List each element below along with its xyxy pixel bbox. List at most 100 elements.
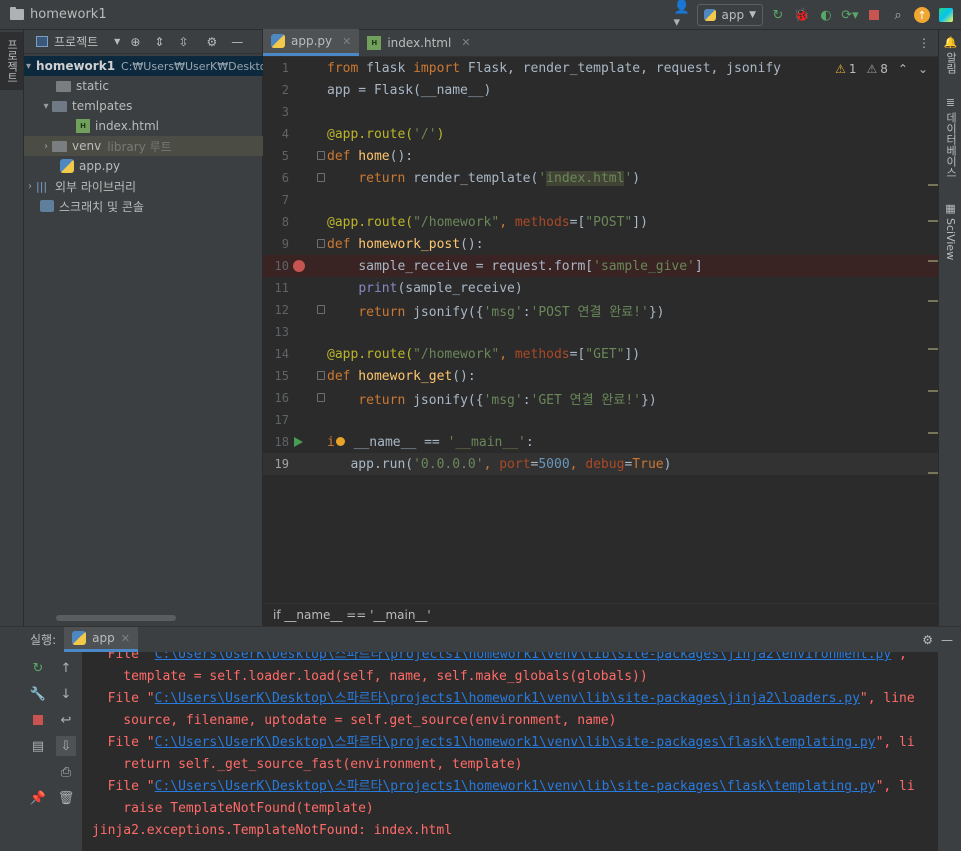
stripe-mark[interactable]: [928, 220, 938, 222]
user-icon[interactable]: 👤▾: [673, 0, 691, 30]
console-output[interactable]: File "C:\Users\UserK\Desktop\스파르타\projec…: [82, 652, 938, 851]
chevron-down-icon[interactable]: ▾: [40, 101, 52, 112]
gutter[interactable]: [293, 101, 323, 123]
fold-marker-icon[interactable]: [317, 151, 325, 160]
tab-index-html[interactable]: H index.html ✕: [359, 29, 478, 56]
gutter[interactable]: [293, 365, 325, 387]
run-tab-app[interactable]: app ✕: [64, 627, 138, 652]
locate-icon[interactable]: ⊕: [130, 35, 140, 49]
gutter[interactable]: [293, 167, 325, 189]
stripe-mark[interactable]: [928, 390, 938, 392]
file-link[interactable]: C:\Users\UserK\Desktop\스파르타\projects1\ho…: [155, 652, 892, 662]
error-stripe[interactable]: [928, 60, 938, 610]
project-title[interactable]: homework1: [0, 7, 107, 22]
horizontal-scrollbar[interactable]: [56, 615, 176, 621]
close-icon[interactable]: ✕: [121, 632, 130, 645]
tree-item-index-html[interactable]: H index.html: [24, 116, 263, 136]
coverage-icon[interactable]: ◐: [817, 6, 835, 24]
gutter[interactable]: [293, 321, 323, 343]
expand-all-icon[interactable]: ⇕: [154, 35, 164, 49]
gutter[interactable]: [293, 145, 325, 167]
gutter[interactable]: [293, 233, 325, 255]
wrench-icon[interactable]: 🔧: [28, 684, 48, 704]
database-tool-button[interactable]: ≣ 데이터베이스: [939, 96, 961, 178]
close-icon[interactable]: ✕: [342, 35, 351, 48]
profile-icon[interactable]: ⟳▾: [841, 6, 859, 24]
stripe-mark[interactable]: [928, 472, 938, 474]
gutter[interactable]: [293, 57, 323, 79]
file-link[interactable]: C:\Users\UserK\Desktop\스파르타\projects1\ho…: [155, 691, 860, 706]
stripe-mark[interactable]: [928, 260, 938, 262]
gear-icon[interactable]: ⚙: [207, 35, 218, 49]
update-icon[interactable]: ↑: [913, 6, 931, 24]
plugin-icon[interactable]: [937, 6, 955, 24]
fold-marker-icon[interactable]: [317, 239, 325, 248]
debug-icon[interactable]: 🐞: [793, 6, 811, 24]
stripe-mark[interactable]: [928, 432, 938, 434]
gutter[interactable]: [293, 79, 323, 101]
tree-item-static[interactable]: static: [24, 76, 263, 96]
chevron-down-icon[interactable]: ▾: [26, 61, 31, 72]
bulb-icon[interactable]: [335, 436, 345, 446]
run-config-selector[interactable]: app ▼: [697, 4, 763, 26]
notifications-tool-button[interactable]: 🔔 알림: [939, 36, 961, 74]
gutter[interactable]: [293, 431, 323, 453]
rerun-icon[interactable]: ↻: [769, 6, 787, 24]
collapse-all-icon[interactable]: ⇳: [178, 35, 188, 49]
trash-icon[interactable]: 🗑: [56, 788, 76, 808]
project-panel-title[interactable]: 프로젝트: [54, 33, 98, 50]
project-tool-button[interactable]: 프로젝트: [0, 32, 23, 90]
tree-item-homework1[interactable]: ▾ homework1 C:₩Users₩UserK₩Deskto: [24, 56, 267, 76]
gutter[interactable]: [293, 189, 323, 211]
gutter[interactable]: [293, 123, 323, 145]
file-link[interactable]: C:\Users\UserK\Desktop\스파르타\projects1\ho…: [155, 779, 876, 794]
pin-icon[interactable]: 📌: [28, 788, 48, 808]
sciview-tool-button[interactable]: ▦ SciView: [939, 202, 961, 260]
fold-marker-icon[interactable]: [317, 393, 325, 402]
gutter[interactable]: [293, 277, 323, 299]
tree-item-app-py[interactable]: app.py: [24, 156, 263, 176]
rerun-icon[interactable]: ↻: [28, 658, 48, 678]
gutter[interactable]: [293, 299, 325, 321]
soft-wrap-icon[interactable]: ↩: [56, 710, 76, 730]
more-tabs-icon[interactable]: ⋮: [918, 36, 938, 50]
breadcrumb[interactable]: if __name__ == '__main__': [263, 603, 938, 626]
chevron-right-icon[interactable]: ›: [24, 181, 36, 192]
print-icon[interactable]: ⎙: [56, 762, 76, 782]
run-arrow-icon[interactable]: [294, 437, 303, 447]
hide-icon[interactable]: —: [231, 35, 243, 49]
layout-icon[interactable]: ▤: [28, 736, 48, 756]
fold-marker-icon[interactable]: [317, 305, 325, 314]
code-area[interactable]: 1 from flask import Flask, render_templa…: [263, 57, 938, 603]
gutter[interactable]: [293, 409, 323, 431]
hide-icon[interactable]: —: [941, 633, 953, 647]
tree-item-scratches[interactable]: 스크래치 및 콘솔: [24, 196, 263, 216]
search-icon[interactable]: ⌕: [889, 6, 907, 24]
stop-icon[interactable]: [28, 710, 48, 730]
stripe-mark[interactable]: [928, 184, 938, 186]
stripe-mark[interactable]: [928, 348, 938, 350]
breakpoint-icon[interactable]: [293, 260, 305, 272]
close-icon[interactable]: ✕: [461, 36, 470, 49]
tree-item-venv[interactable]: › venv library 루트: [24, 136, 263, 156]
chevron-right-icon[interactable]: ›: [40, 141, 52, 152]
gutter[interactable]: [293, 453, 323, 475]
scroll-to-end-icon[interactable]: ⇩: [56, 736, 76, 756]
fold-marker-icon[interactable]: [317, 371, 325, 380]
file-link[interactable]: C:\Users\UserK\Desktop\스파르타\projects1\ho…: [155, 735, 876, 750]
stripe-mark[interactable]: [928, 300, 938, 302]
vertical-scrollbar[interactable]: [938, 652, 961, 851]
gutter[interactable]: [293, 211, 323, 233]
arrow-up-icon[interactable]: ↑: [56, 658, 76, 678]
fold-marker-icon[interactable]: [317, 173, 325, 182]
gear-icon[interactable]: ⚙: [922, 633, 933, 647]
tab-app-py[interactable]: app.py ✕: [263, 29, 360, 56]
arrow-down-icon[interactable]: ↓: [56, 684, 76, 704]
stop-icon[interactable]: [865, 6, 883, 24]
tree-item-external-libraries[interactable]: › ||| 외부 라이브러리: [24, 176, 263, 196]
gutter[interactable]: [293, 387, 325, 409]
gutter[interactable]: [293, 343, 323, 365]
tree-item-temlpates[interactable]: ▾ temlpates: [24, 96, 263, 116]
gutter[interactable]: [293, 255, 323, 277]
chevron-down-icon[interactable]: ▼: [114, 37, 120, 46]
